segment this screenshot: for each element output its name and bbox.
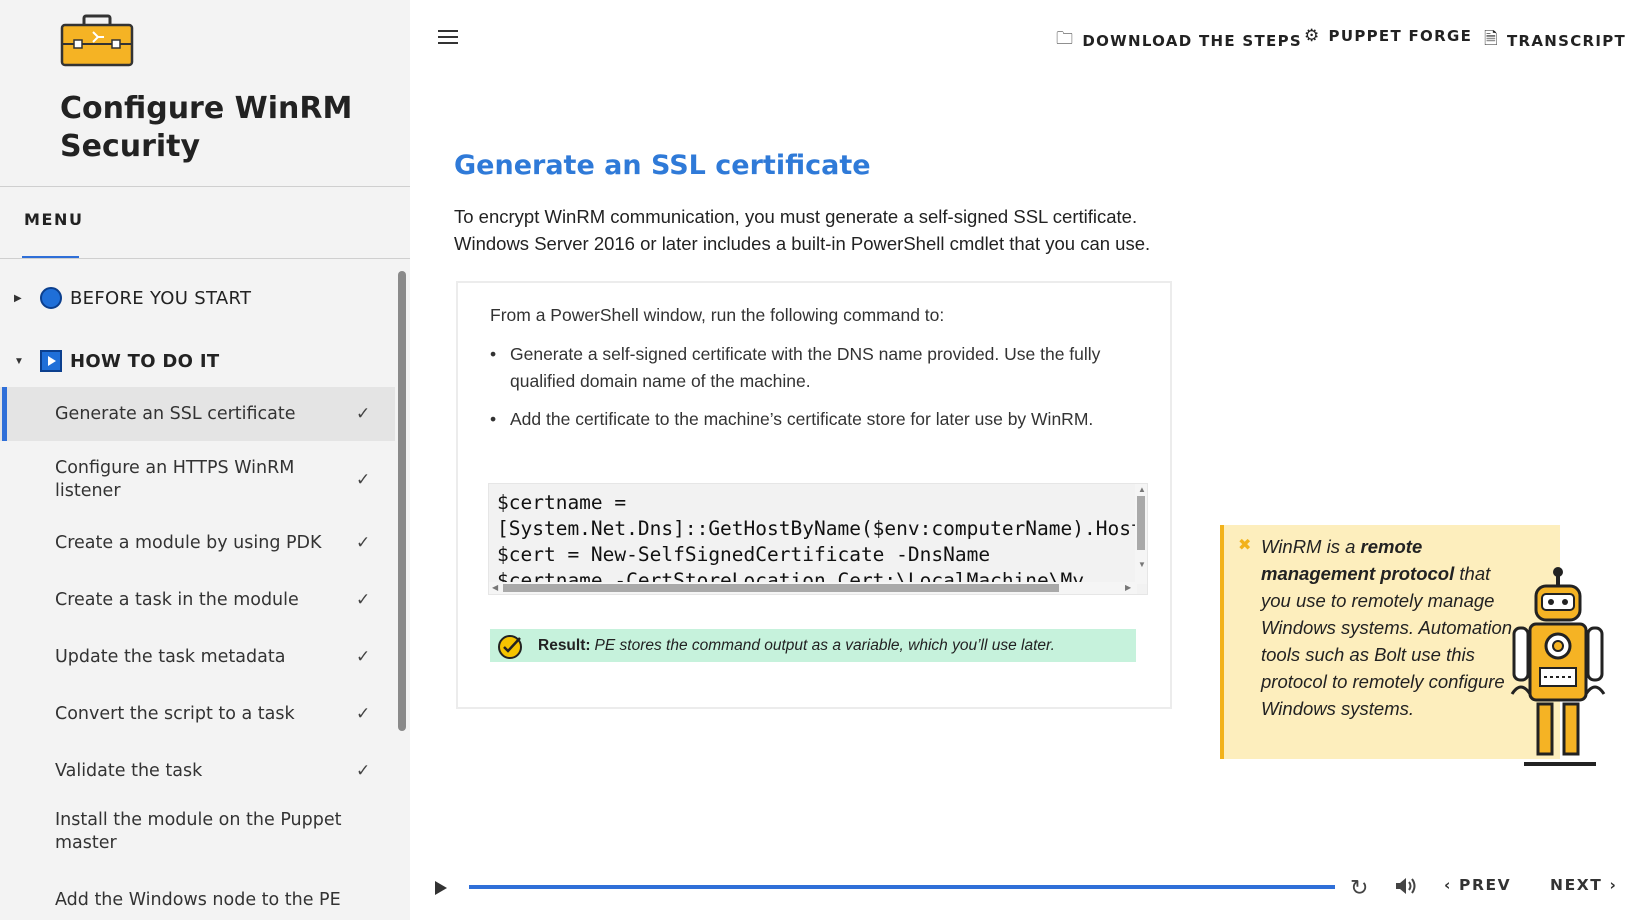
caret-right-icon: ▶ [14,292,22,304]
lesson-label: Install the module on the Puppet master [55,810,342,853]
prev-button[interactable]: ‹ PREV [1444,876,1511,894]
lesson-item-convert-script[interactable]: Convert the script to a task ✓ [0,694,395,734]
result-banner: Result: PE stores the command output as … [490,629,1136,662]
hamburger-menu-icon[interactable] [438,30,458,44]
document-icon: 🗎 [1484,29,1499,49]
checkmark-badge-icon [498,634,522,659]
chevron-left-icon: ‹ [1444,876,1452,894]
code-block[interactable]: $certname = [System.Net.Dns]::GetHostByN… [488,483,1148,595]
intro-text: To encrypt WinRM communication, you must… [454,203,1194,257]
lesson-item-configure-https-listener[interactable]: Configure an HTTPS WinRM listener ✓ [0,451,395,509]
transcript-label: TRANSCRIPT [1506,31,1627,50]
callout-text-post: that you use to remotely manage Windows … [1261,563,1513,719]
volume-icon[interactable] [1394,876,1416,896]
divider [0,186,410,187]
scroll-up-icon[interactable]: ▲ [1138,485,1146,494]
sidebar: Configure WinRM Security MENU ▶ BEFORE Y… [0,0,410,920]
chevron-right-icon: › [1609,876,1618,894]
scroll-down-icon[interactable]: ▼ [1138,560,1146,569]
transcript-link[interactable]: 🗎 TRANSCRIPT [1484,26,1626,55]
bullet-item: Generate a self-signed certificate with … [490,341,1130,395]
section-label: BEFORE YOU START [70,287,252,309]
caret-down-icon: ▼ [14,355,24,367]
scroll-thumb[interactable] [1137,496,1145,550]
lesson-label: Update the task metadata [55,646,286,667]
check-icon: ✓ [356,533,371,552]
callout-text-pre: WinRM is a [1261,536,1361,557]
lesson-item-generate-ssl-certificate[interactable]: Generate an SSL certificate ✓ [0,387,395,441]
lesson-label: Generate an SSL certificate [55,403,296,424]
course-title: Configure WinRM Security [60,91,353,164]
progress-bar[interactable] [469,885,1335,889]
lesson-item-create-module-pdk[interactable]: Create a module by using PDK ✓ [0,523,395,563]
lesson-item-install-module[interactable]: Install the module on the Puppet master [0,809,395,855]
code-text[interactable]: $certname = [System.Net.Dns]::GetHostByN… [497,490,1137,586]
circle-icon [40,287,62,309]
download-steps-link[interactable]: 🗀 DOWNLOAD THE STEPS [1056,26,1302,55]
folder-icon: 🗀 [1056,29,1075,49]
section-before-you-start[interactable]: ▶ BEFORE YOU START [0,278,395,318]
gear-icon: ⚙ [1304,26,1321,46]
lesson-item-add-windows-node[interactable]: Add the Windows node to the PE [0,880,395,920]
replay-icon[interactable]: ↻ [1350,875,1368,901]
callout-text: WinRM is a remote management protocol th… [1261,533,1521,722]
lesson-label: Convert the script to a task [55,703,295,724]
bullet-item: Add the certificate to the machine’s cer… [490,406,1130,433]
tab-menu[interactable]: MENU [24,210,84,229]
check-icon: ✓ [356,404,371,423]
lesson-item-validate-task[interactable]: Validate the task ✓ [0,751,395,791]
scroll-left-icon[interactable]: ◀ [492,583,498,592]
toolbox-icon [60,14,134,67]
puppet-forge-link[interactable]: ⚙ PUPPET FORGE [1304,26,1472,46]
play-square-icon [40,350,62,372]
lesson-item-update-task-metadata[interactable]: Update the task metadata ✓ [0,637,395,677]
section-label: HOW TO DO IT [70,350,220,372]
scroll-right-icon[interactable]: ▶ [1125,583,1131,592]
play-button[interactable] [433,880,449,898]
next-button[interactable]: NEXT › [1550,876,1617,894]
robot-illustration [1510,567,1606,766]
lesson-item-create-task[interactable]: Create a task in the module ✓ [0,580,395,620]
prev-label: PREV [1459,876,1512,894]
lesson-label: Create a module by using PDK [55,532,322,553]
scroll-thumb[interactable] [503,584,1059,592]
sidebar-scrollbar[interactable] [398,271,406,731]
step-card: From a PowerShell window, run the follow… [456,281,1172,709]
check-icon: ✓ [356,704,371,723]
page-title: Generate an SSL certificate [454,150,871,181]
close-icon[interactable]: ✖ [1238,535,1251,555]
result-label: Result: [538,636,591,654]
code-horizontal-scrollbar[interactable]: ◀ ▶ [489,582,1137,594]
check-icon: ✓ [356,590,371,609]
lesson-label: Configure an HTTPS WinRM listener [55,458,295,501]
section-how-to-do-it[interactable]: ▼ HOW TO DO IT [0,341,395,381]
check-icon: ✓ [356,470,371,489]
code-vertical-scrollbar[interactable]: ▲ ▼ [1135,484,1147,584]
divider [0,258,410,259]
check-icon: ✓ [356,761,371,780]
next-label: NEXT [1550,876,1603,894]
lesson-label: Add the Windows node to the PE [55,889,341,910]
lesson-label: Create a task in the module [55,589,299,610]
intro-line: Windows Server 2016 or later includes a … [454,233,1151,254]
lesson-label: Validate the task [55,760,203,781]
intro-line: To encrypt WinRM communication, you must… [454,206,1138,227]
download-steps-label: DOWNLOAD THE STEPS [1082,31,1303,50]
result-text: PE stores the command output as a variab… [594,636,1055,654]
progress-fill [469,885,1335,889]
check-icon: ✓ [356,647,371,666]
step-lead-text: From a PowerShell window, run the follow… [490,305,945,325]
puppet-forge-label: PUPPET FORGE [1328,27,1473,45]
